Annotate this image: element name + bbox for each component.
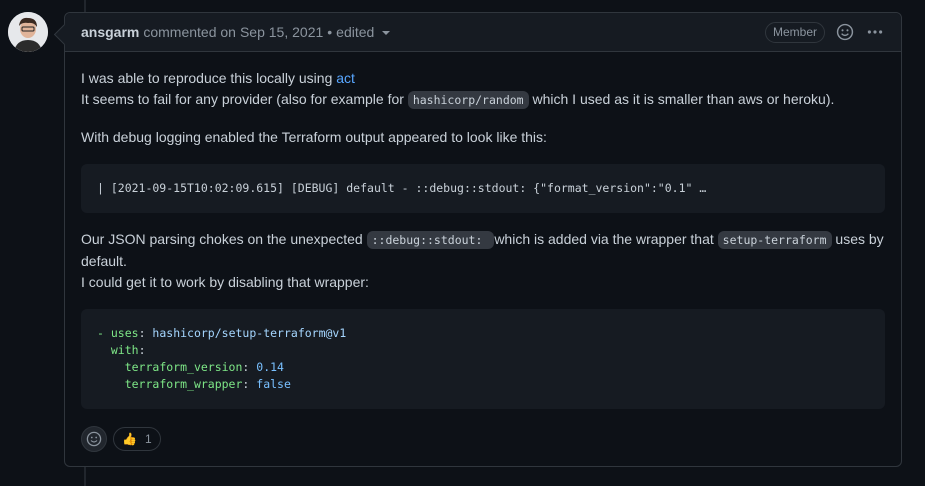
debug-log-code-block: | [2021-09-15T10:02:09.615] [DEBUG] defa…: [81, 164, 885, 213]
yaml-key-terraform-wrapper: terraform_wrapper: [124, 377, 243, 391]
smiley-icon: [86, 431, 102, 447]
p1-line2-pre: It seems to fail for any provider (also …: [81, 91, 408, 107]
comment-card: ansgarm commented on Sep 15, 2021 • edit…: [64, 12, 902, 467]
act-link[interactable]: act: [336, 70, 355, 86]
thumbs-up-icon: 👍: [122, 432, 137, 446]
edited-dropdown[interactable]: edited: [336, 24, 391, 40]
reactions-bar: 👍 1: [81, 426, 161, 452]
p3-mid: which is added via the wrapper that: [494, 231, 718, 247]
yaml-val-terraform-wrapper: false: [256, 377, 291, 391]
yaml-key-terraform-version: terraform_version: [124, 360, 243, 374]
comment-author[interactable]: ansgarm: [81, 24, 139, 40]
comment-action: commented on: [143, 24, 236, 40]
paragraph-2: With debug logging enabled the Terraform…: [81, 129, 547, 145]
meta-separator: •: [327, 24, 333, 40]
p1-line2-post: which I used as it is smaller than aws o…: [528, 91, 835, 107]
comment-date[interactable]: Sep 15, 2021: [240, 24, 323, 40]
thumbs-up-count: 1: [144, 432, 152, 446]
add-reaction-button[interactable]: [835, 22, 855, 42]
yaml-dash: -: [97, 326, 111, 340]
yaml-code-block: - uses: hashicorp/setup-terraform@v1 wit…: [81, 309, 885, 409]
avatar-image-icon: [8, 12, 48, 52]
smiley-icon: [836, 23, 854, 41]
p3-pre: Our JSON parsing chokes on the unexpecte…: [81, 231, 367, 247]
avatar[interactable]: [8, 12, 48, 52]
yaml-key-with: with: [110, 343, 139, 357]
paragraph-3: Our JSON parsing chokes on the unexpecte…: [81, 229, 885, 293]
yaml-key-uses: uses: [110, 326, 139, 340]
paragraph-1: I was able to reproduce this locally usi…: [81, 68, 885, 111]
comment-body: I was able to reproduce this locally usi…: [65, 52, 901, 441]
role-badge: Member: [764, 21, 825, 43]
more-options-button[interactable]: [865, 22, 885, 42]
yaml-val-terraform-version: 0.14: [256, 360, 284, 374]
inline-code-debug-stdout: ::debug::stdout:: [366, 231, 495, 249]
kebab-horizontal-icon: [867, 30, 883, 34]
chevron-down-icon: [382, 31, 391, 35]
p1-line1-text: I was able to reproduce this locally usi…: [81, 70, 337, 86]
edited-label: edited: [336, 24, 375, 40]
thumbs-up-reaction-button[interactable]: 👍 1: [113, 427, 161, 451]
p3-line2: I could get it to work by disabling that…: [81, 274, 369, 290]
add-reaction-footer-button[interactable]: [81, 426, 107, 452]
comment-header: ansgarm commented on Sep 15, 2021 • edit…: [65, 13, 901, 52]
yaml-val-uses: hashicorp/setup-terraform@v1: [152, 326, 347, 340]
inline-code-setup-terraform: setup-terraform: [717, 231, 832, 249]
inline-code-hashicorp-random: hashicorp/random: [407, 91, 529, 109]
